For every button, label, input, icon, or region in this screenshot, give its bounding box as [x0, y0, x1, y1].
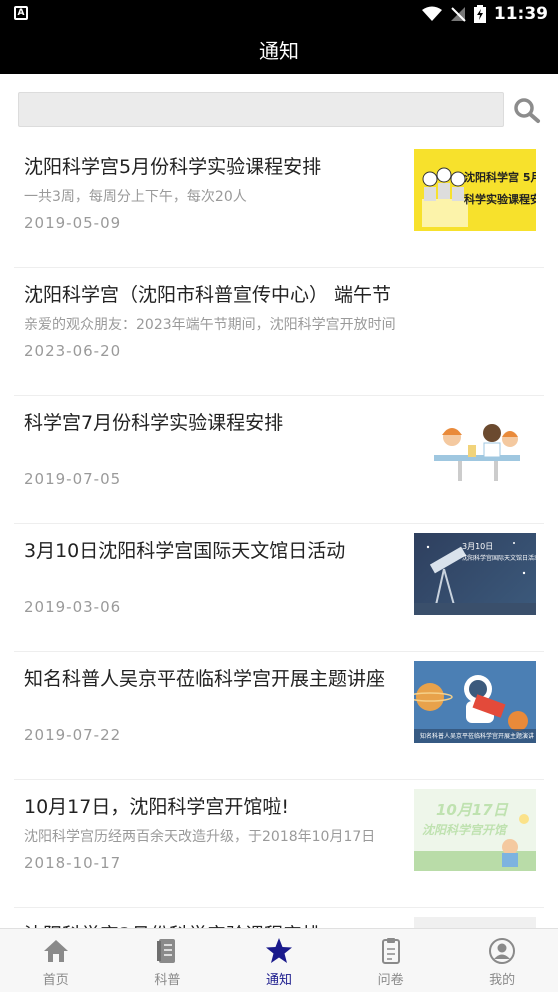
kids-experiment-illustration: [434, 424, 520, 481]
notice-item[interactable]: 科学宫7月份科学实验课程安排 2019-07-05: [14, 396, 544, 524]
notice-date: 2023-06-20: [24, 342, 122, 360]
notice-date: 2019-07-22: [24, 726, 122, 744]
notice-thumbnail: 知名科普人吴京平莅临科学宫开展主题演讲: [414, 661, 536, 743]
app-notification-icon: A: [14, 6, 28, 20]
home-icon: [43, 940, 68, 962]
tab-survey[interactable]: 问卷: [335, 929, 447, 992]
search-row: [0, 74, 558, 140]
notice-item[interactable]: 10月17日，沈阳科学宫开馆啦! 沈阳科学宫历经两百余天改造升级，于2018年1…: [14, 780, 544, 908]
status-time: 11:39: [493, 4, 548, 24]
notice-date: 2019-03-06: [24, 598, 122, 616]
tab-label: 我的: [489, 973, 516, 988]
thumbnail-caption: 沈阳科学宫国际天文馆日活动: [462, 555, 536, 562]
notice-thumbnail: [414, 405, 536, 487]
notice-thumbnail: 10月17日 沈阳科学宫开馆: [414, 789, 536, 871]
clipboard-icon: [381, 938, 400, 964]
search-input[interactable]: [18, 92, 504, 127]
notice-title: 知名科普人吴京平莅临科学宫开展主题讲座: [24, 668, 386, 690]
notice-item[interactable]: 沈阳科学宫5月份科学实验课程安排 一共3周，每周分上下午，每次20人 2019-…: [14, 140, 544, 268]
tab-home[interactable]: 首页: [0, 929, 112, 992]
page-title: 通知: [0, 28, 558, 74]
notice-desc: 一共3周，每周分上下午，每次20人: [24, 189, 247, 205]
tab-notice[interactable]: 通知: [223, 929, 335, 992]
notice-item[interactable]: 知名科普人吴京平莅临科学宫开展主题讲座 2019-07-22 知名科普人吴京平莅…: [14, 652, 544, 780]
notice-desc: 亲爱的观众朋友：2023年端午节期间，沈阳科学宫开放时间: [24, 317, 396, 333]
thumbnail-caption: 沈阳科学宫 5月份: [464, 171, 536, 184]
notice-desc: 沈阳科学宫历经两百余天改造升级，于2018年10月17日: [24, 829, 376, 845]
tab-label: 问卷: [377, 973, 404, 988]
notice-title: 沈阳科学宫（沈阳市科普宣传中心） 端午节: [24, 284, 392, 306]
thumbnail-caption: 沈阳科学宫开馆: [422, 823, 507, 837]
thumbnail-caption: 3月10日: [462, 542, 494, 551]
lab-kids-illustration: [422, 167, 468, 227]
notice-title: 10月17日，沈阳科学宫开馆啦!: [24, 796, 289, 818]
search-icon[interactable]: [512, 96, 542, 124]
status-bar: A 11:39: [0, 0, 558, 28]
notice-title: 沈阳科学宫3月份科学实验课程安排: [24, 920, 396, 928]
notice-thumbnail: 沈阳科学宫 5月份 科学实验课程安排: [414, 149, 536, 231]
star-icon: [265, 938, 292, 963]
tab-science[interactable]: 科普: [112, 929, 224, 992]
notice-title: 沈阳科学宫5月份科学实验课程安排: [24, 156, 322, 178]
wifi-icon: [421, 6, 442, 21]
battery-charging-icon: [473, 5, 486, 23]
tab-profile[interactable]: 我的: [446, 929, 558, 992]
tab-label: 通知: [265, 973, 292, 988]
notice-thumbnail: [414, 917, 536, 928]
notice-date: 2018-10-17: [24, 854, 122, 872]
notice-item[interactable]: 沈阳科学宫3月份科学实验课程安排: [14, 908, 544, 928]
notice-date: 2019-05-09: [24, 214, 122, 232]
thumbnail-caption: 科学实验课程安排: [464, 193, 536, 206]
bottom-tab-bar: 首页 科普 通知 问卷 我的: [0, 928, 558, 992]
tab-label: 科普: [154, 973, 181, 988]
notice-date: 2019-07-05: [24, 470, 122, 488]
notice-title: 科学宫7月份科学实验课程安排: [24, 412, 284, 434]
book-icon: [157, 939, 176, 963]
notice-title: 3月10日沈阳科学宫国际天文馆日活动: [24, 540, 346, 562]
notice-item[interactable]: 3月10日沈阳科学宫国际天文馆日活动 2019-03-06 3月10日 沈阳科学…: [14, 524, 544, 652]
no-signal-icon: [450, 7, 466, 22]
user-icon: [489, 938, 516, 964]
thumbnail-caption: 10月17日: [436, 801, 508, 819]
notice-item[interactable]: 沈阳科学宫（沈阳市科普宣传中心） 端午节 亲爱的观众朋友：2023年端午节期间，…: [14, 268, 544, 396]
tab-label: 首页: [42, 973, 69, 988]
notice-thumbnail: 3月10日 沈阳科学宫国际天文馆日活动: [414, 533, 536, 615]
thumbnail-caption: 知名科普人吴京平莅临科学宫开展主题演讲: [420, 733, 535, 740]
notice-list: 沈阳科学宫5月份科学实验课程安排 一共3周，每周分上下午，每次20人 2019-…: [0, 140, 558, 928]
